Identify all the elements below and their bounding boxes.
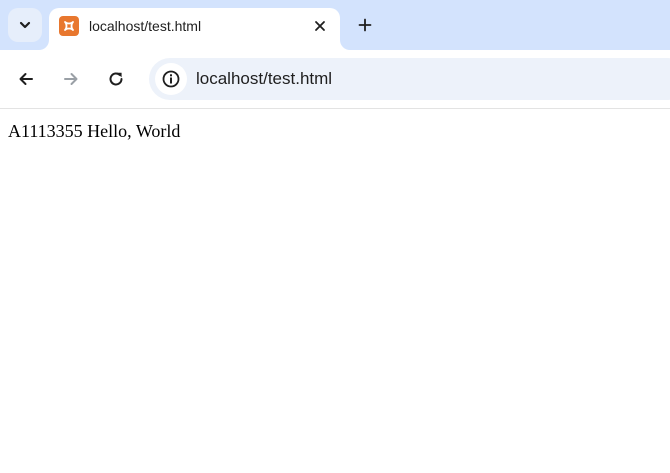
arrow-right-icon <box>64 73 78 85</box>
back-button[interactable] <box>10 63 42 95</box>
tab-close-button[interactable] <box>309 15 331 37</box>
close-icon <box>315 21 325 31</box>
active-tab[interactable]: localhost/test.html <box>49 8 340 50</box>
info-icon <box>162 70 180 88</box>
xampp-icon <box>59 16 79 36</box>
plus-icon <box>358 18 372 32</box>
page-text: A1113355 Hello, World <box>8 121 181 141</box>
browser-toolbar: localhost/test.html <box>0 50 670 109</box>
tab-title: localhost/test.html <box>89 18 202 34</box>
page-content: A1113355 Hello, World <box>0 109 670 473</box>
reload-button[interactable] <box>100 63 132 95</box>
new-tab-button[interactable] <box>351 11 379 39</box>
tab-strip: localhost/test.html <box>0 0 670 50</box>
url-text[interactable]: localhost/test.html <box>196 69 332 89</box>
chevron-down-icon <box>19 21 31 29</box>
arrow-left-icon <box>19 73 33 85</box>
site-info-button[interactable] <box>155 63 187 95</box>
forward-button[interactable] <box>55 63 87 95</box>
tab-search-button[interactable] <box>8 8 42 42</box>
address-bar[interactable]: localhost/test.html <box>149 58 670 100</box>
reload-icon <box>109 72 123 86</box>
